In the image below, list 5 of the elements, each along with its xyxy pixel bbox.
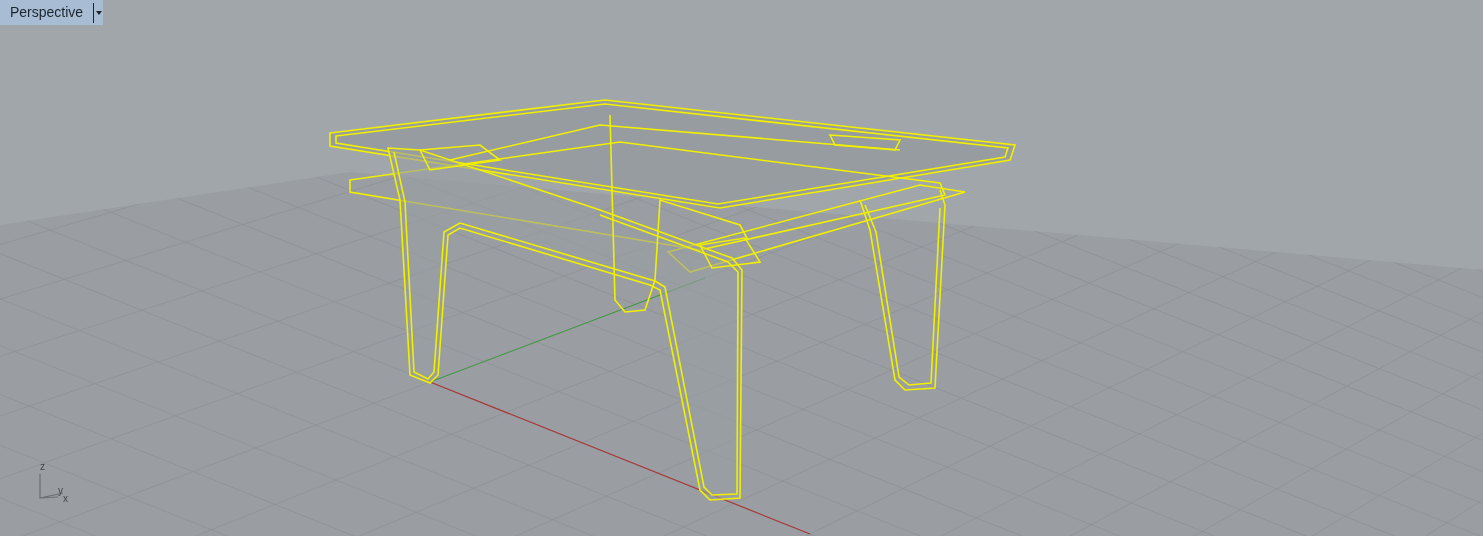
viewport-menu-button[interactable] <box>93 2 104 23</box>
z-axis-label: z <box>40 462 45 472</box>
caret-icon <box>95 10 102 15</box>
y-axis-label: y <box>58 486 63 496</box>
x-axis-label: x <box>63 494 68 504</box>
